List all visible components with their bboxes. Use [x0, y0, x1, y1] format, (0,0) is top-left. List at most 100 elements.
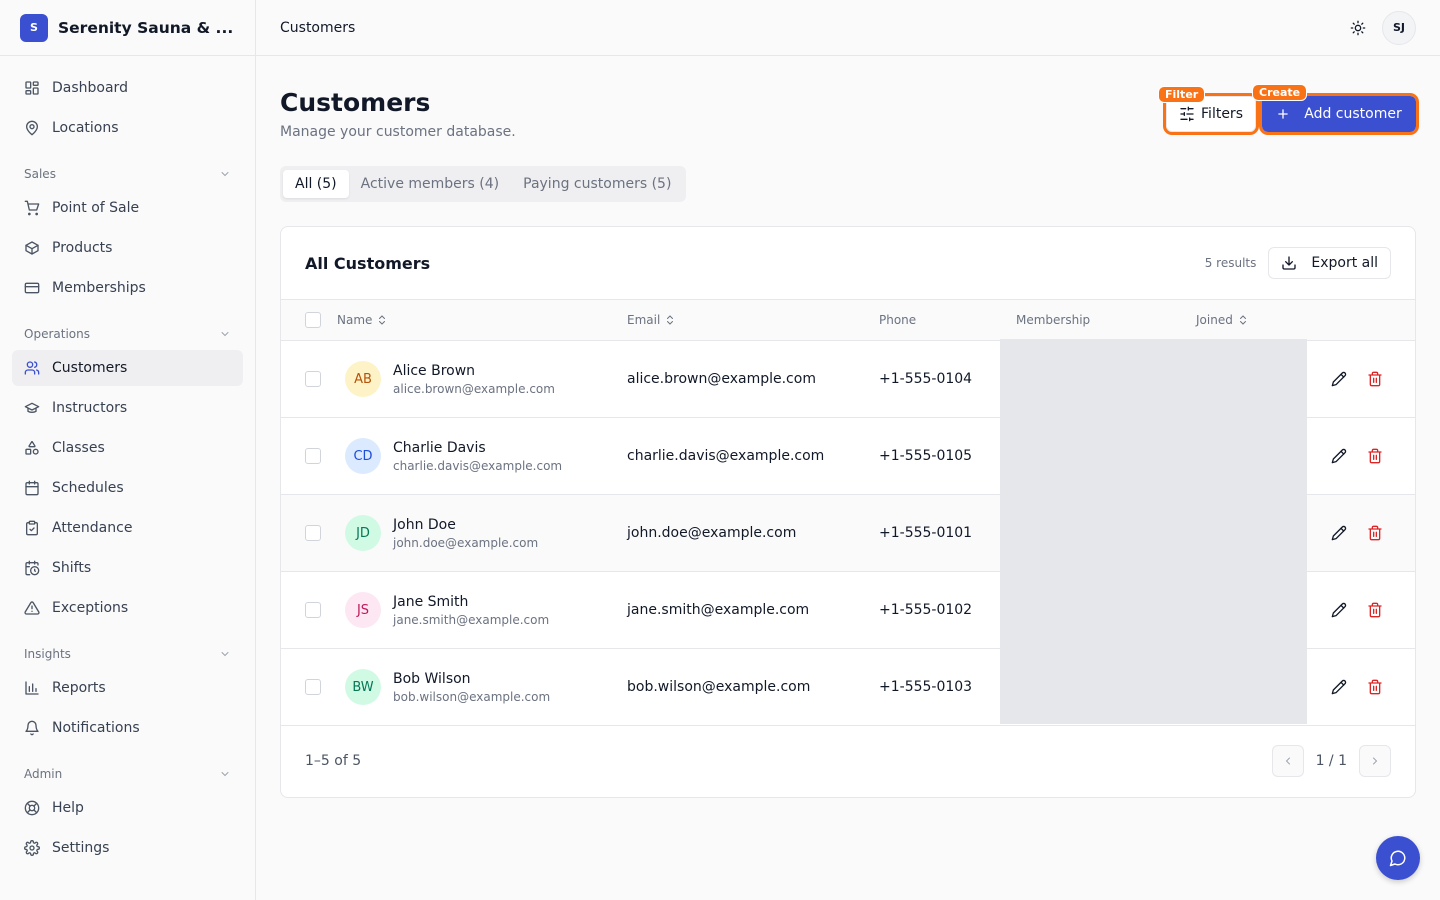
column-email-label: Email: [627, 313, 661, 327]
message-circle-icon: [1389, 850, 1406, 867]
customer-phone: +1-555-0103: [879, 679, 973, 695]
page-subtitle: Manage your customer database.: [280, 124, 516, 140]
sort-email-header[interactable]: Email: [627, 313, 676, 327]
sidebar-item-locations[interactable]: Locations: [12, 110, 243, 146]
sort-joined-header[interactable]: Joined: [1196, 313, 1249, 327]
customer-sub-email: alice.brown@example.com: [393, 381, 555, 396]
sidebar-item-classes[interactable]: Classes: [12, 430, 243, 466]
map-pin-icon: [24, 120, 40, 136]
row-checkbox[interactable]: [305, 602, 321, 618]
edit-button[interactable]: [1327, 521, 1351, 545]
pagination-range: 1–5 of 5: [305, 753, 362, 769]
customer-email: jane.smith@example.com: [627, 602, 810, 618]
sort-icon: [667, 315, 674, 325]
sidebar-item-exceptions[interactable]: Exceptions: [12, 590, 243, 626]
sort-name-header[interactable]: Name: [337, 313, 388, 327]
tab-paying-customers-5[interactable]: Paying customers (5): [511, 170, 683, 198]
calendar-icon: [24, 480, 40, 496]
gear-icon: [24, 840, 40, 856]
chevron-left-icon: [1285, 757, 1290, 765]
topbar: Customers SJ: [256, 0, 1440, 56]
sidebar-item-reports[interactable]: Reports: [12, 670, 243, 706]
delete-button[interactable]: [1363, 444, 1387, 468]
membership-column-placeholder: [1000, 339, 1307, 724]
customer-sub-email: bob.wilson@example.com: [393, 689, 551, 704]
customers-card: All Customers 5 results Export all Name …: [280, 226, 1416, 798]
sidebar-group-insights[interactable]: Insights: [12, 640, 243, 668]
theme-toggle-button[interactable]: [1342, 12, 1374, 44]
brand-header[interactable]: S Serenity Sauna & ...: [0, 0, 255, 56]
download-icon: [1282, 256, 1297, 270]
page-title: Customers: [280, 88, 431, 117]
customer-name: Bob Wilson: [393, 670, 471, 687]
edit-button[interactable]: [1327, 675, 1351, 699]
column-name-label: Name: [337, 313, 373, 327]
brand-logo: S: [20, 13, 48, 42]
customer-avatar: AB: [345, 361, 381, 397]
sidebar-group-admin[interactable]: Admin: [12, 760, 243, 788]
trash-icon: [1368, 525, 1382, 541]
sidebar: S Serenity Sauna & ... Dashboard Location…: [0, 0, 256, 900]
row-checkbox[interactable]: [305, 371, 321, 387]
user-avatar[interactable]: SJ: [1382, 10, 1416, 45]
table-footer: 1–5 of 5 1 / 1: [281, 725, 1415, 797]
column-phone-label: Phone: [879, 313, 917, 327]
sidebar-item-customers[interactable]: Customers: [12, 350, 243, 386]
row-checkbox[interactable]: [305, 525, 321, 541]
sidebar-item-label: Instructors: [52, 400, 128, 416]
delete-button[interactable]: [1363, 521, 1387, 545]
chevron-down-icon: [221, 332, 229, 337]
next-page-button[interactable]: [1359, 745, 1391, 777]
edit-button[interactable]: [1327, 367, 1351, 391]
customer-avatar: JS: [345, 592, 381, 628]
sidebar-item-memberships[interactable]: Memberships: [12, 270, 243, 306]
delete-button[interactable]: [1363, 598, 1387, 622]
sidebar-item-help[interactable]: Help: [12, 790, 243, 826]
chat-button[interactable]: [1376, 836, 1420, 880]
delete-button[interactable]: [1363, 367, 1387, 391]
sidebar-item-dashboard[interactable]: Dashboard: [12, 70, 243, 106]
page-indicator: 1 / 1: [1315, 753, 1347, 769]
add-customer-label: Add customer: [1304, 106, 1402, 122]
sidebar-item-point-of-sale[interactable]: Point of Sale: [12, 190, 243, 226]
sun-icon: [1350, 20, 1366, 35]
tab-active-members-4[interactable]: Active members (4): [349, 170, 511, 198]
export-label: Export all: [1311, 255, 1378, 271]
clipboard-check-icon: [24, 520, 40, 536]
sidebar-item-schedules[interactable]: Schedules: [12, 470, 243, 506]
sidebar-item-instructors[interactable]: Instructors: [12, 390, 243, 426]
sidebar-item-label: Shifts: [52, 560, 92, 576]
sidebar-item-label: Reports: [52, 680, 106, 696]
edit-button[interactable]: [1327, 444, 1351, 468]
delete-button[interactable]: [1363, 675, 1387, 699]
sidebar-item-label: Products: [52, 240, 113, 256]
sidebar-item-label: Locations: [52, 120, 119, 136]
prev-page-button[interactable]: [1271, 745, 1304, 777]
sidebar-item-label: Notifications: [52, 720, 140, 736]
chevron-right-icon: [1373, 757, 1378, 765]
add-customer-button[interactable]: Add customer: [1259, 93, 1419, 135]
sidebar-item-label: Exceptions: [52, 600, 129, 616]
chevron-down-icon: [221, 652, 229, 657]
cart-icon: [24, 200, 40, 216]
export-all-button[interactable]: Export all: [1268, 247, 1391, 279]
sidebar-item-shifts[interactable]: Shifts: [12, 550, 243, 586]
row-checkbox[interactable]: [305, 679, 321, 695]
pencil-icon: [1331, 679, 1347, 695]
sidebar-item-settings[interactable]: Settings: [12, 830, 243, 866]
sidebar-group-sales[interactable]: Sales: [12, 160, 243, 188]
sidebar-item-notifications[interactable]: Notifications: [12, 710, 243, 746]
customer-sub-email: charlie.davis@example.com: [393, 458, 563, 473]
shapes-icon: [24, 440, 40, 456]
bar-chart-icon: [24, 680, 40, 696]
edit-button[interactable]: [1327, 598, 1351, 622]
sidebar-group-operations[interactable]: Operations: [12, 320, 243, 348]
sidebar-item-attendance[interactable]: Attendance: [12, 510, 243, 546]
row-checkbox[interactable]: [305, 448, 321, 464]
customer-email: charlie.davis@example.com: [627, 448, 825, 464]
select-all-checkbox[interactable]: [305, 312, 321, 328]
sidebar-item-products[interactable]: Products: [12, 230, 243, 266]
filter-annotation-tag: Filter: [1158, 86, 1206, 103]
trash-icon: [1368, 602, 1382, 618]
tab-all-5[interactable]: All (5): [283, 170, 349, 198]
